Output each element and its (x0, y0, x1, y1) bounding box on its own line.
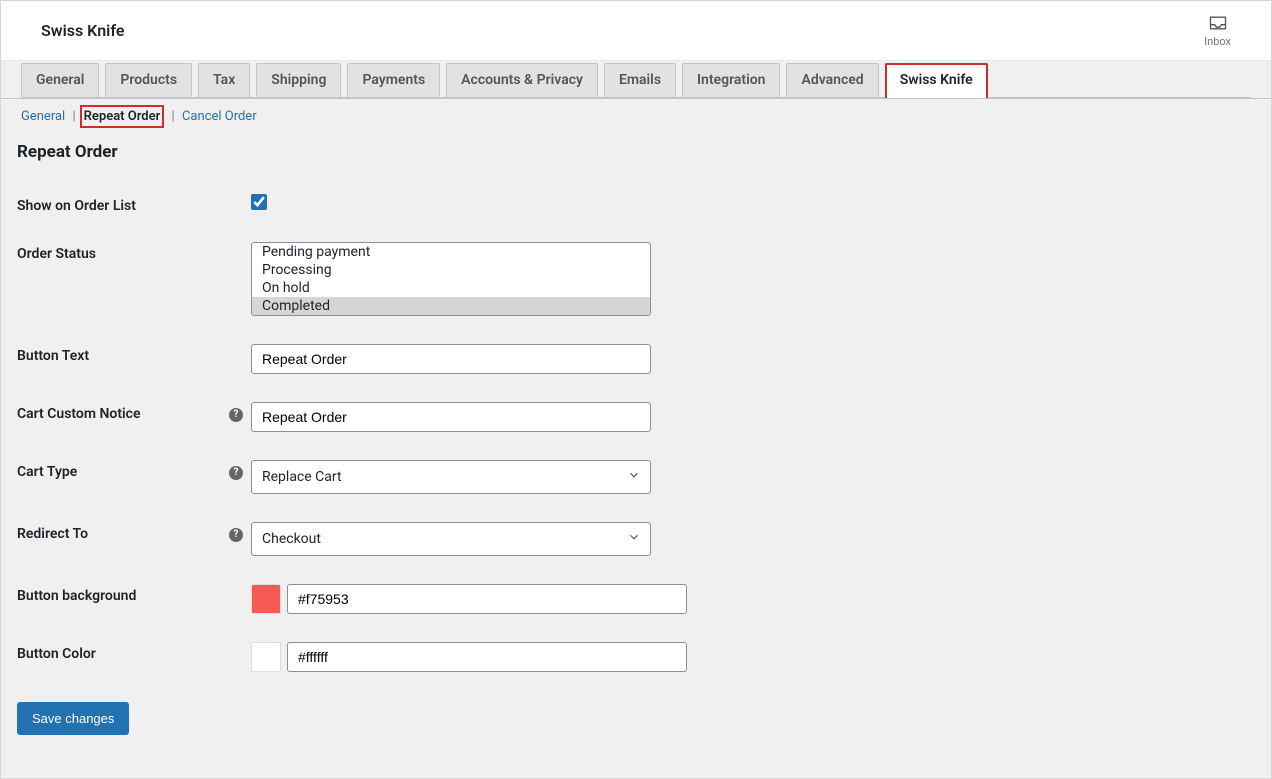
input-button-color[interactable] (287, 642, 687, 672)
help-icon[interactable]: ? (229, 408, 243, 422)
tab-swiss-knife[interactable]: Swiss Knife (885, 63, 988, 98)
tab-shipping[interactable]: Shipping (256, 63, 341, 98)
label-button-color: Button Color (17, 628, 229, 686)
inbox-icon (1208, 13, 1228, 33)
input-button-background[interactable] (287, 584, 687, 614)
row-button-text: Button Text (17, 330, 1251, 388)
row-button-color: Button Color (17, 628, 1251, 686)
save-button[interactable]: Save changes (17, 702, 129, 735)
row-cart-type: Cart Type ? Replace Cart (17, 446, 1251, 508)
tab-emails[interactable]: Emails (604, 63, 676, 98)
order-status-option[interactable]: Completed (252, 297, 650, 315)
row-cart-notice: Cart Custom Notice ? (17, 388, 1251, 446)
page-header: Swiss Knife Inbox (1, 1, 1271, 61)
subnav-repeat-order[interactable]: Repeat Order (80, 105, 165, 128)
order-status-option[interactable]: Pending payment (252, 243, 650, 261)
tab-advanced[interactable]: Advanced (786, 63, 878, 98)
select-cart-type[interactable]: Replace Cart (251, 460, 651, 494)
order-status-select[interactable]: Pending payment Processing On hold Compl… (251, 242, 651, 316)
row-button-background: Button background (17, 570, 1251, 628)
select-redirect-to[interactable]: Checkout (251, 522, 651, 556)
subnav: General |Repeat Order | Cancel Order (1, 99, 1271, 128)
label-button-text: Button Text (17, 330, 229, 388)
swatch-button-color[interactable] (251, 642, 281, 672)
tab-accounts-privacy[interactable]: Accounts & Privacy (446, 63, 598, 98)
inbox-button[interactable]: Inbox (1204, 13, 1231, 48)
label-button-background: Button background (17, 570, 229, 628)
tab-payments[interactable]: Payments (347, 63, 440, 98)
order-status-option[interactable]: Processing (252, 261, 650, 279)
subnav-separator: | (168, 109, 179, 124)
order-status-option[interactable]: On hold (252, 279, 650, 297)
swatch-button-background[interactable] (251, 584, 281, 614)
section-heading: Repeat Order (17, 134, 1251, 180)
row-redirect-to: Redirect To ? Checkout (17, 508, 1251, 570)
inbox-label: Inbox (1204, 35, 1231, 48)
settings-tabs: General Products Tax Shipping Payments A… (1, 61, 1271, 99)
label-cart-notice: Cart Custom Notice (17, 388, 229, 446)
label-order-status: Order Status (17, 228, 229, 330)
select-redirect-to-value: Checkout (262, 531, 321, 547)
subnav-separator: | (68, 109, 79, 124)
subnav-cancel-order[interactable]: Cancel Order (182, 109, 257, 124)
help-icon[interactable]: ? (229, 528, 243, 542)
help-icon[interactable]: ? (229, 466, 243, 480)
checkbox-show-on-order-list[interactable] (251, 194, 267, 210)
tab-tax[interactable]: Tax (198, 63, 250, 98)
row-show-on-order-list: Show on Order List (17, 180, 1251, 228)
subnav-general[interactable]: General (21, 109, 65, 124)
label-cart-type: Cart Type (17, 446, 229, 508)
input-cart-notice[interactable] (251, 402, 651, 432)
input-button-text[interactable] (251, 344, 651, 374)
label-redirect-to: Redirect To (17, 508, 229, 570)
label-show-on-order-list: Show on Order List (17, 180, 229, 228)
page-title: Swiss Knife (41, 21, 1204, 40)
tab-general[interactable]: General (21, 63, 99, 98)
tab-integration[interactable]: Integration (682, 63, 780, 98)
row-order-status: Order Status Pending payment Processing … (17, 228, 1251, 330)
select-cart-type-value: Replace Cart (262, 469, 342, 485)
tab-products[interactable]: Products (105, 63, 192, 98)
